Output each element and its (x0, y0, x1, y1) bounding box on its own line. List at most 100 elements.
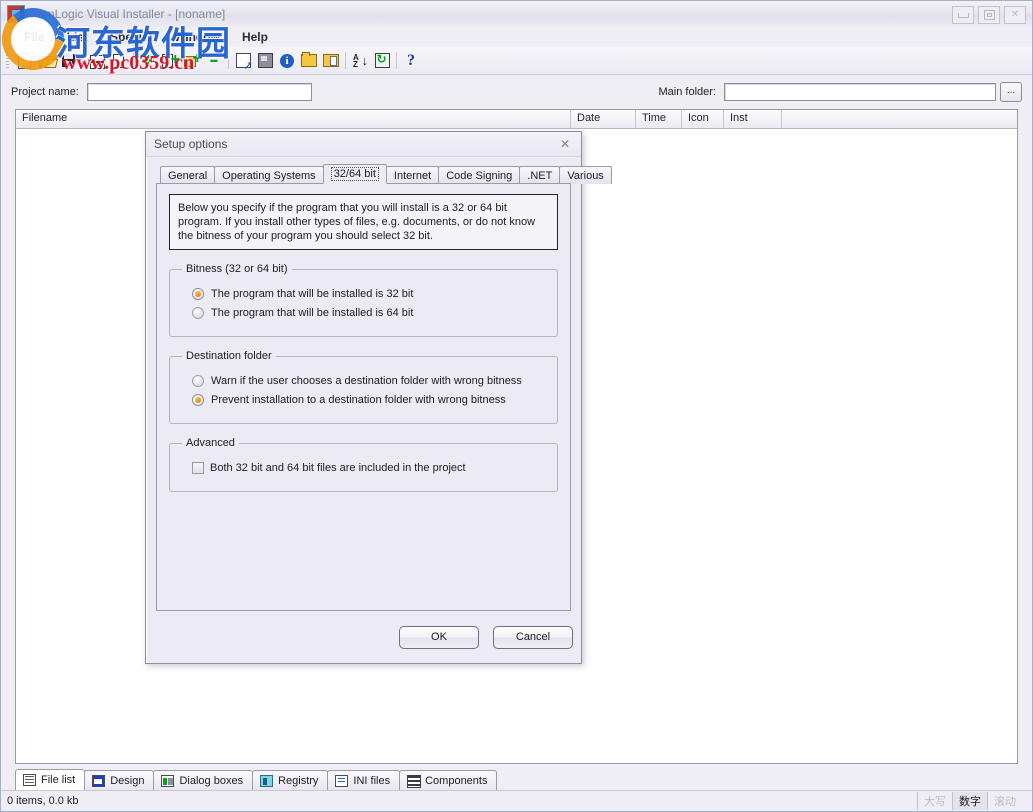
tab-label: Code Signing (446, 170, 512, 182)
advanced-group: Advanced Both 32 bit and 64 bit files ar… (169, 437, 558, 492)
main-folder-input[interactable] (724, 83, 996, 101)
dialog-body: General Operating Systems 32/64 bit Inte… (146, 157, 581, 611)
question-mark-icon: ? (407, 54, 415, 68)
menu-item-help[interactable]: Help (231, 28, 279, 46)
column-inst[interactable]: Inst (724, 110, 782, 128)
reg-disk-icon (258, 53, 273, 68)
list-sort-icon (113, 54, 126, 67)
option-64bit[interactable]: The program that will be installed is 64… (192, 307, 547, 319)
menu-item-special[interactable]: Special (99, 28, 163, 46)
sort-az-button[interactable]: AZ (349, 50, 371, 72)
design-icon (92, 775, 105, 787)
plus-icon: + (140, 55, 155, 67)
menu-item-list[interactable]: List (56, 28, 99, 46)
bottom-tab-label: Registry (278, 775, 318, 787)
bottom-tab-registry[interactable]: Registry (252, 770, 328, 790)
remove-item-button[interactable]: – (203, 50, 225, 72)
list-view-button[interactable] (86, 50, 108, 72)
tab-general[interactable]: General (160, 166, 215, 184)
column-time[interactable]: Time (636, 110, 682, 128)
option-label: Warn if the user chooses a destination f… (211, 375, 522, 387)
tab-32-64-bit[interactable]: 32/64 bit (323, 164, 387, 184)
toolbar-grip[interactable] (6, 52, 9, 69)
dialog-button-row: OK Cancel (146, 611, 581, 663)
bottom-tab-file-list[interactable]: File list (15, 769, 85, 790)
minus-icon: – (210, 56, 219, 66)
components-icon (407, 775, 420, 787)
menu-item-file[interactable]: File (13, 28, 56, 46)
setup-options-dialog: Setup options ✕ General Operating System… (145, 131, 582, 664)
tab-code-signing[interactable]: Code Signing (438, 166, 520, 184)
file-plus-icon (162, 54, 178, 68)
folder-page-button[interactable] (320, 50, 342, 72)
checkbox-both-bitness-icon[interactable] (192, 462, 204, 474)
menu-item-window[interactable]: Window (163, 28, 231, 46)
minimize-icon (958, 13, 969, 18)
az-sort-icon: AZ (353, 54, 367, 68)
shortcut-icon (236, 53, 251, 68)
dialog-tab-strip: General Operating Systems 32/64 bit Inte… (156, 165, 571, 184)
registry-button[interactable] (254, 50, 276, 72)
maximize-button[interactable] (978, 6, 1000, 24)
dialog-tab-panel: Below you specify if the program that yo… (156, 183, 571, 611)
browse-main-folder-button[interactable]: ... (1000, 82, 1022, 102)
tab-operating-systems[interactable]: Operating Systems (214, 166, 324, 184)
app-icon (7, 5, 25, 23)
add-folder-button[interactable] (181, 50, 203, 72)
radio-warn-icon[interactable] (192, 375, 204, 387)
dialog-close-icon[interactable]: ✕ (557, 136, 573, 151)
radio-64bit-icon[interactable] (192, 307, 204, 319)
ok-button[interactable]: OK (399, 626, 479, 649)
option-both-32-and-64-files[interactable]: Both 32 bit and 64 bit files are include… (192, 462, 547, 474)
option-warn-wrong-bitness[interactable]: Warn if the user chooses a destination f… (192, 375, 547, 387)
option-prevent-wrong-bitness[interactable]: Prevent installation to a destination fo… (192, 394, 547, 406)
radio-prevent-icon[interactable] (192, 394, 204, 406)
registry-icon (260, 775, 273, 787)
add-files-button[interactable] (159, 50, 181, 72)
minimize-button[interactable] (952, 6, 974, 24)
shortcut-button[interactable] (232, 50, 254, 72)
open-project-button[interactable] (35, 50, 57, 72)
tab-label: Operating Systems (222, 170, 316, 182)
column-date[interactable]: Date (571, 110, 636, 128)
refresh-button[interactable] (371, 50, 393, 72)
column-extra[interactable] (782, 110, 1010, 128)
refresh-icon (375, 53, 390, 68)
tab-internet[interactable]: Internet (386, 166, 439, 184)
option-label: The program that will be installed is 32… (211, 288, 413, 300)
column-icon[interactable]: Icon (682, 110, 724, 128)
tab-label: General (168, 170, 207, 182)
close-button[interactable]: ✕ (1004, 6, 1026, 24)
tab-various[interactable]: Various (559, 166, 611, 184)
document-icon (18, 53, 31, 69)
title-bar: SamLogic Visual Installer - [noname] ✕ (1, 1, 1032, 27)
list-sort-button[interactable] (108, 50, 130, 72)
main-folder-label: Main folder: (659, 86, 716, 98)
option-32bit[interactable]: The program that will be installed is 32… (192, 288, 547, 300)
bottom-tab-label: Components (425, 775, 487, 787)
bottom-tab-label: Dialog boxes (179, 775, 243, 787)
project-name-input[interactable] (87, 83, 312, 101)
bitness-group-legend: Bitness (32 or 64 bit) (182, 263, 292, 275)
save-project-button[interactable] (57, 50, 79, 72)
folder-button[interactable] (298, 50, 320, 72)
tab-dotnet[interactable]: .NET (519, 166, 560, 184)
status-indicator-scroll: 滚动 (987, 792, 1022, 810)
folder-icon (301, 54, 317, 67)
info-button[interactable]: i (276, 50, 298, 72)
new-project-button[interactable] (13, 50, 35, 72)
bottom-tab-label: Design (110, 775, 144, 787)
bottom-tab-dialog-boxes[interactable]: Dialog boxes (153, 770, 253, 790)
column-filename[interactable]: Filename (16, 110, 571, 128)
close-icon: ✕ (1011, 10, 1019, 20)
bitness-group: Bitness (32 or 64 bit) The program that … (169, 263, 558, 337)
bottom-tab-components[interactable]: Components (399, 770, 497, 790)
help-button[interactable]: ? (400, 50, 422, 72)
radio-32bit-icon[interactable] (192, 288, 204, 300)
bottom-tab-label: INI files (353, 775, 390, 787)
bottom-tab-ini-files[interactable]: INI files (327, 770, 400, 790)
bottom-tab-design[interactable]: Design (84, 770, 154, 790)
add-file-button[interactable]: + (137, 50, 159, 72)
window-controls: ✕ (952, 6, 1026, 24)
cancel-button[interactable]: Cancel (493, 626, 573, 649)
